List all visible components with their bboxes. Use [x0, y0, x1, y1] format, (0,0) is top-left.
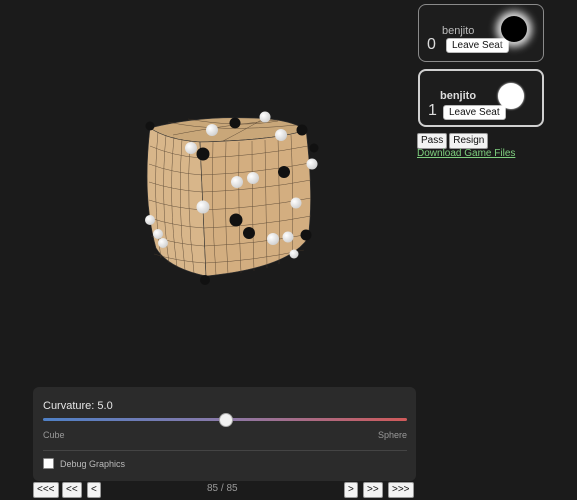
debug-graphics-label: Debug Graphics: [60, 458, 126, 469]
white-stone: [306, 158, 318, 170]
resign-button[interactable]: Resign: [449, 133, 489, 149]
slider-max-label: Sphere: [377, 430, 407, 440]
back-many-button[interactable]: <<: [62, 482, 82, 498]
black-stone: [309, 143, 319, 153]
black-stone-icon: [501, 16, 527, 42]
slider-min-label: Cube: [43, 430, 65, 440]
black-stone: [196, 147, 210, 161]
white-stone: [289, 249, 299, 259]
debug-graphics-checkbox[interactable]: [43, 458, 54, 469]
white-stone: [145, 215, 155, 225]
white-stone: [282, 231, 294, 243]
player-card-white: 1 benjito Leave Seat: [418, 69, 544, 127]
divider: [43, 450, 407, 451]
player-card-black: 0 benjito Leave Seat: [418, 4, 544, 62]
previous-move-button[interactable]: <: [87, 482, 101, 498]
white-stone: [185, 142, 197, 154]
black-stone: [296, 124, 308, 136]
black-stone: [278, 166, 290, 178]
forward-many-button[interactable]: >>: [363, 482, 383, 498]
white-stone: [267, 233, 279, 245]
white-stone: [158, 238, 168, 248]
curvature-label: Curvature: 5.0: [43, 400, 113, 412]
white-stone: [290, 197, 302, 209]
white-stone: [259, 111, 271, 123]
player-name: benjito: [440, 90, 477, 102]
white-stone: [275, 129, 287, 141]
white-stone: [196, 200, 210, 214]
black-stone: [300, 229, 312, 241]
black-stone: [229, 117, 241, 129]
white-stone: [247, 172, 259, 184]
download-game-files-link[interactable]: Download Game Files: [417, 148, 515, 159]
last-move-button[interactable]: >>>: [388, 482, 414, 498]
next-move-button[interactable]: >: [344, 482, 358, 498]
white-stone: [153, 229, 163, 239]
curvature-slider-thumb[interactable]: [219, 413, 233, 427]
black-stone: [200, 275, 210, 285]
pass-button[interactable]: Pass: [417, 133, 448, 149]
curvature-slider[interactable]: [43, 413, 407, 427]
leave-seat-button[interactable]: Leave Seat: [443, 105, 506, 120]
white-stone: [206, 124, 218, 136]
move-counter: 85 / 85: [207, 483, 238, 494]
settings-panel: Curvature: 5.0 Cube Sphere Debug Graphic…: [33, 387, 416, 481]
first-move-button[interactable]: <<<: [33, 482, 59, 498]
white-stone-icon: [498, 83, 524, 109]
game-actions: Pass Resign: [417, 133, 489, 149]
black-stone: [243, 227, 255, 239]
player-name: benjito: [442, 25, 475, 37]
debug-graphics-row: Debug Graphics: [43, 458, 125, 469]
go-cube-board[interactable]: [128, 108, 328, 293]
player-score: 0: [427, 36, 436, 53]
leave-seat-button[interactable]: Leave Seat: [446, 38, 509, 53]
black-stone: [229, 213, 243, 227]
black-stone: [145, 121, 155, 131]
white-stone: [231, 176, 243, 188]
player-score: 1: [428, 102, 437, 119]
